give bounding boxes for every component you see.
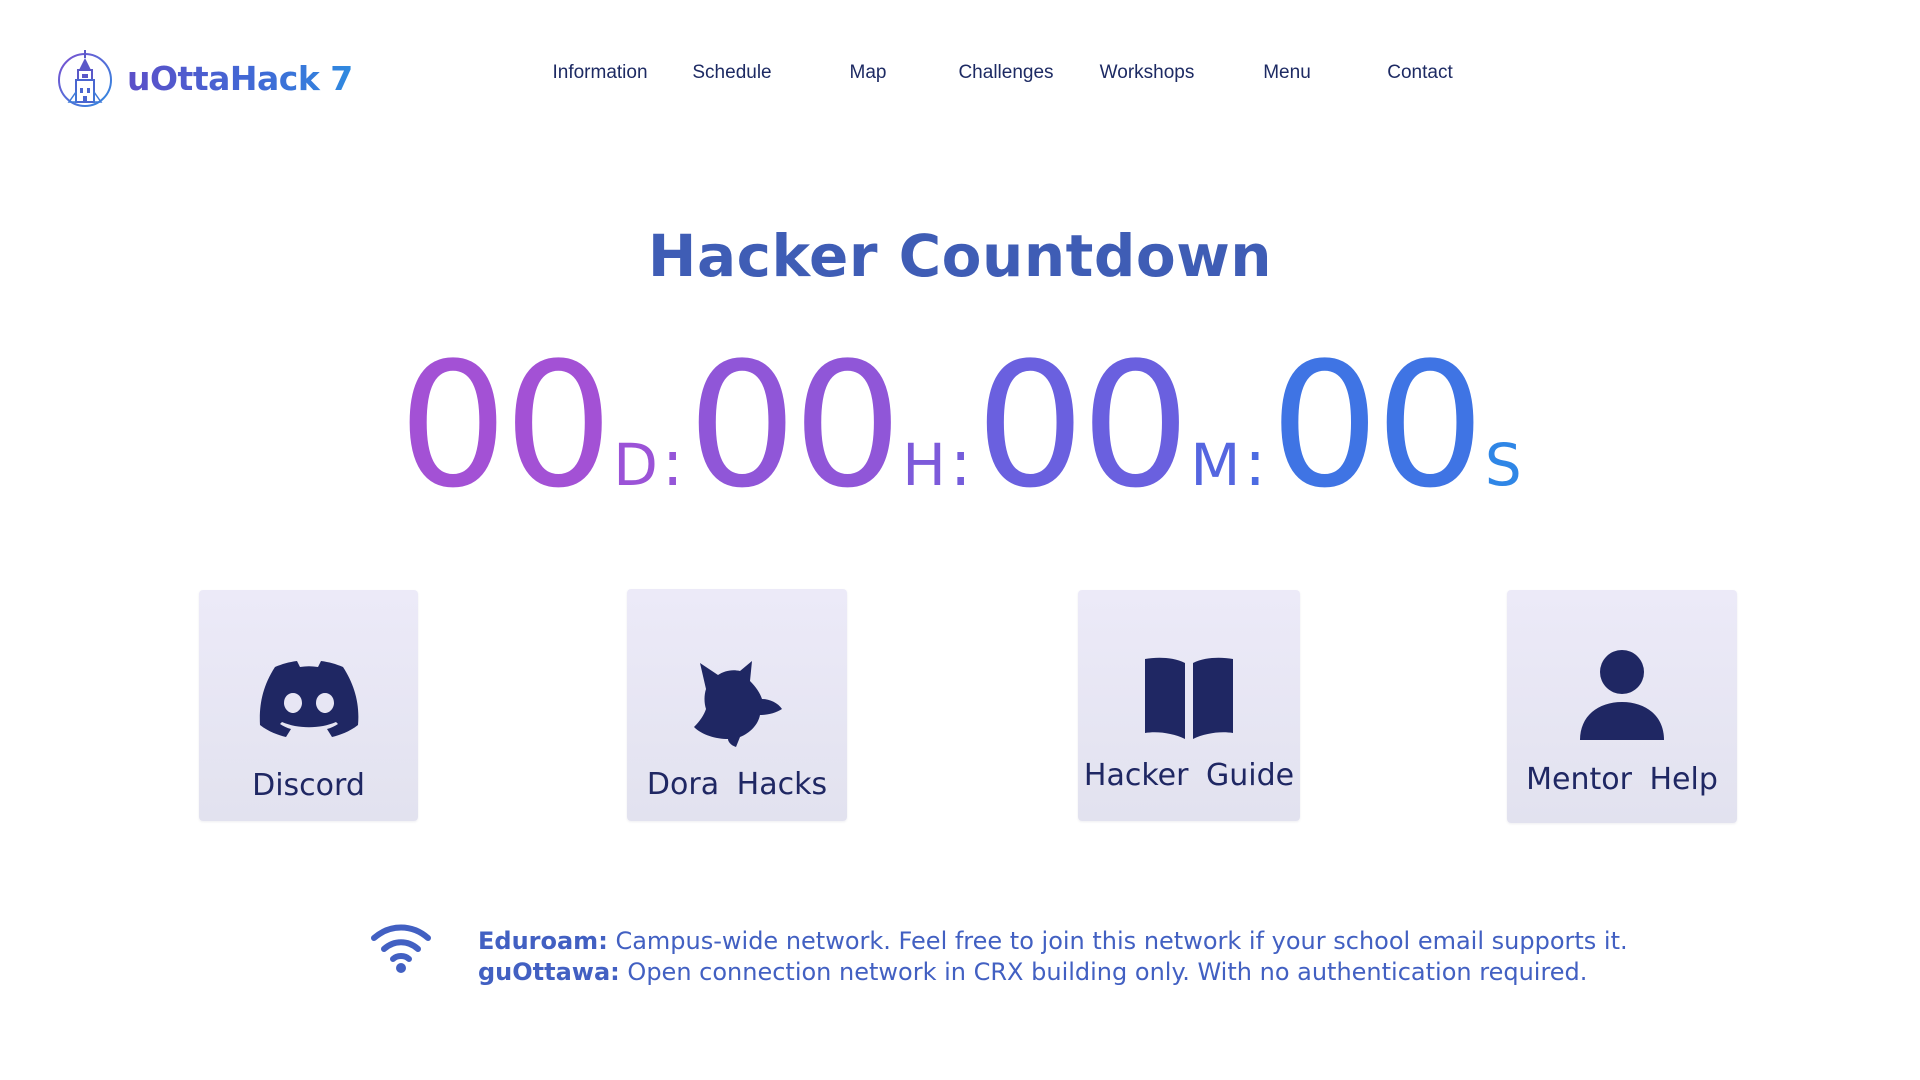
discord-label: Discord (252, 768, 365, 803)
seconds-unit: S (1484, 431, 1522, 499)
nav-workshops[interactable]: Workshops (1100, 62, 1195, 84)
guottawa-name: guOttawa: (478, 958, 620, 986)
nav-menu[interactable]: Menu (1263, 62, 1311, 84)
days-value: 00 (398, 325, 613, 526)
wifi-info: Eduroam: Campus-wide network. Feel free … (478, 926, 1628, 988)
nav-contact[interactable]: Contact (1387, 62, 1452, 84)
mentor-help-link[interactable]: Mentor Help (1507, 590, 1737, 823)
guottawa-desc: Open connection network in CRX building … (627, 958, 1588, 986)
hours-value: 00 (687, 325, 902, 526)
countdown-title: Hacker Countdown (647, 222, 1273, 290)
dorahacks-link[interactable]: Dora Hacks (627, 589, 847, 821)
separator: : (949, 427, 972, 501)
nav-map[interactable]: Map (850, 62, 887, 84)
seconds-value: 00 (1269, 325, 1485, 526)
hacker-guide-label: Hacker Guide (1083, 758, 1295, 793)
dorahacks-label: Dora Hacks (646, 767, 828, 802)
user-icon (1580, 650, 1664, 740)
discord-icon (259, 661, 358, 737)
discord-link[interactable]: Discord (199, 590, 418, 821)
guottawa-line: guOttawa: Open connection network in CRX… (478, 957, 1628, 988)
eduroam-line: Eduroam: Campus-wide network. Feel free … (478, 926, 1628, 957)
minutes-unit: M (1190, 431, 1241, 499)
separator: : (661, 427, 684, 501)
minutes-value: 00 (975, 325, 1190, 526)
book-icon (1145, 657, 1233, 739)
nav-schedule[interactable]: Schedule (692, 62, 771, 84)
nav-challenges[interactable]: Challenges (958, 62, 1053, 84)
main-nav: Information Schedule Map Challenges Work… (0, 62, 1920, 92)
mentor-help-label: Mentor Help (1526, 762, 1718, 797)
dorahacks-icon (694, 661, 782, 747)
countdown-timer: 00 D : 00 H : 00 M : 00 S (0, 340, 1920, 512)
eduroam-desc: Campus-wide network. Feel free to join t… (615, 927, 1628, 955)
page: uOttaHack 7 Information Schedule Map Cha… (0, 0, 1920, 1080)
separator: : (1244, 427, 1266, 501)
eduroam-name: Eduroam: (478, 927, 608, 955)
days-unit: D (613, 431, 658, 499)
nav-information[interactable]: Information (552, 62, 647, 84)
hacker-guide-link[interactable]: Hacker Guide (1078, 590, 1300, 821)
hours-unit: H (902, 431, 946, 499)
wifi-icon (371, 924, 431, 973)
